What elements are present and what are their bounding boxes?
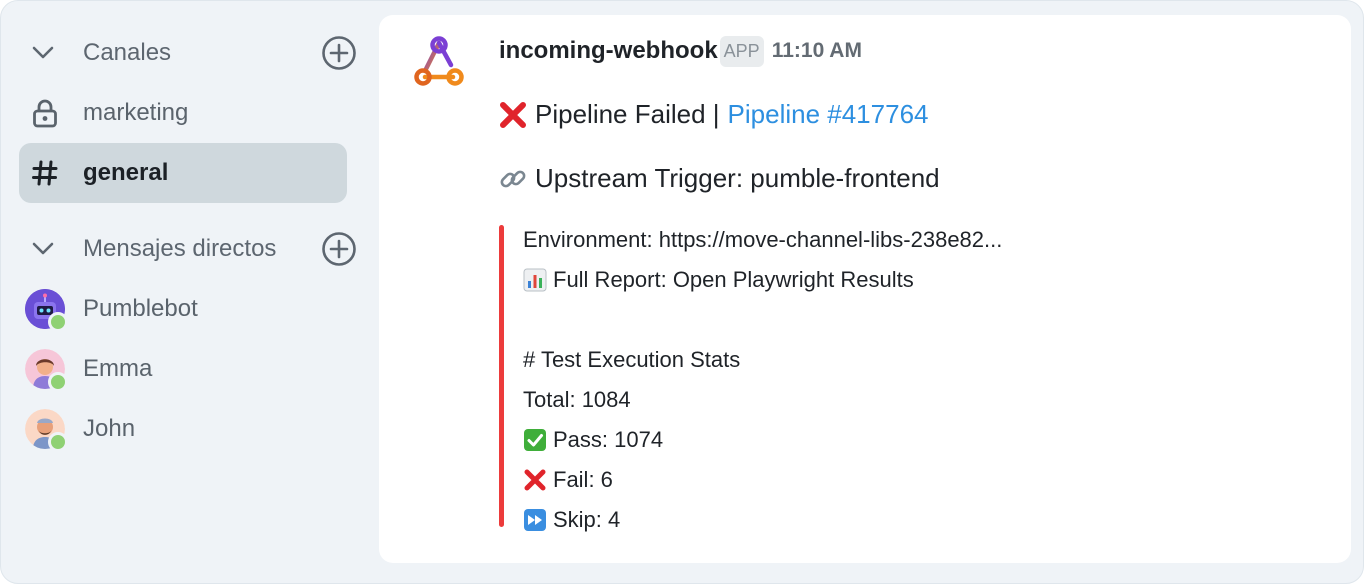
sidebar-item-john[interactable]: John: [19, 399, 347, 459]
fail-stat-line: Fail: 6: [523, 467, 613, 493]
sidebar-item-label: marketing: [83, 99, 189, 126]
full-report-line: Full Report: Open Playwright Results: [523, 267, 914, 293]
cross-mark-icon: [499, 101, 527, 129]
skip-stat-line: Skip: 4: [523, 507, 620, 533]
sidebar-item-label: John: [83, 415, 136, 442]
sidebar-item-general[interactable]: general: [19, 143, 347, 203]
check-mark-icon: [523, 428, 547, 452]
link-icon: [499, 165, 527, 193]
pipeline-status-text: Pipeline Failed |: [535, 99, 720, 129]
sidebar-item-emma[interactable]: Emma: [19, 339, 347, 399]
channels-section-label: Canales: [83, 39, 172, 66]
pass-stat-line: Pass: 1074: [523, 427, 663, 453]
upstream-trigger-line: Upstream Trigger: pumble-frontend: [499, 163, 940, 194]
dms-section-header[interactable]: Mensajes directos: [23, 229, 359, 269]
fast-forward-icon: [523, 508, 547, 532]
attachment-color-bar: [499, 225, 504, 527]
hash-icon: [21, 149, 69, 197]
sidebar-item-label: general: [83, 159, 169, 186]
pipeline-link[interactable]: Pipeline #417764: [728, 99, 929, 130]
cross-mark-icon: [523, 468, 547, 492]
sidebar-item-label: Emma: [83, 355, 153, 382]
avatar: [21, 285, 69, 333]
fail-stat: Fail: 6: [553, 467, 613, 492]
lock-icon: [21, 89, 69, 137]
chevron-down-icon[interactable]: [23, 33, 63, 73]
pass-stat: Pass: 1074: [553, 427, 664, 452]
online-status-indicator: [48, 312, 68, 332]
full-report-text[interactable]: Full Report: Open Playwright Results: [553, 267, 914, 293]
sender-name[interactable]: incoming-webhook: [499, 37, 718, 65]
add-dm-icon[interactable]: [319, 229, 359, 269]
sidebar: Canales marketing general Mensajes direc…: [1, 1, 379, 583]
sidebar-item-label: Pumblebot: [83, 295, 198, 322]
sidebar-item-pumblebot[interactable]: Pumblebot: [19, 279, 347, 339]
bar-chart-icon: [523, 268, 547, 292]
pipeline-status-line: Pipeline Failed | Pipeline #417764: [499, 99, 929, 130]
online-status-indicator: [48, 432, 68, 452]
skip-stat: Skip: 4: [553, 507, 621, 532]
sidebar-item-marketing[interactable]: marketing: [19, 83, 347, 143]
message-timestamp[interactable]: 11:10 AM: [772, 39, 862, 63]
webhook-icon[interactable]: [409, 33, 469, 93]
message-attachment: Environment: https://move-channel-libs-2…: [499, 225, 1319, 532]
online-status-indicator: [48, 372, 68, 392]
dms-section-label: Mensajes directos: [83, 235, 277, 262]
app-badge: APP: [719, 35, 764, 67]
avatar: [21, 405, 69, 453]
stats-title: # Test Execution Stats: [523, 347, 741, 372]
upstream-trigger-text: Upstream Trigger: pumble-frontend: [535, 163, 940, 193]
app-window: Canales marketing general Mensajes direc…: [0, 0, 1364, 584]
chevron-down-icon[interactable]: [23, 229, 63, 269]
avatar: [21, 345, 69, 393]
add-channel-icon[interactable]: [319, 33, 359, 73]
message-header: incoming-webhook APP 11:10 AM: [499, 33, 862, 69]
channels-section-header[interactable]: Canales: [23, 33, 359, 73]
total-stat: Total: 1084: [523, 387, 631, 412]
environment-line: Environment: https://move-channel-libs-2…: [523, 227, 1003, 252]
message-panel: incoming-webhook APP 11:10 AM Pipeline F…: [379, 15, 1351, 563]
